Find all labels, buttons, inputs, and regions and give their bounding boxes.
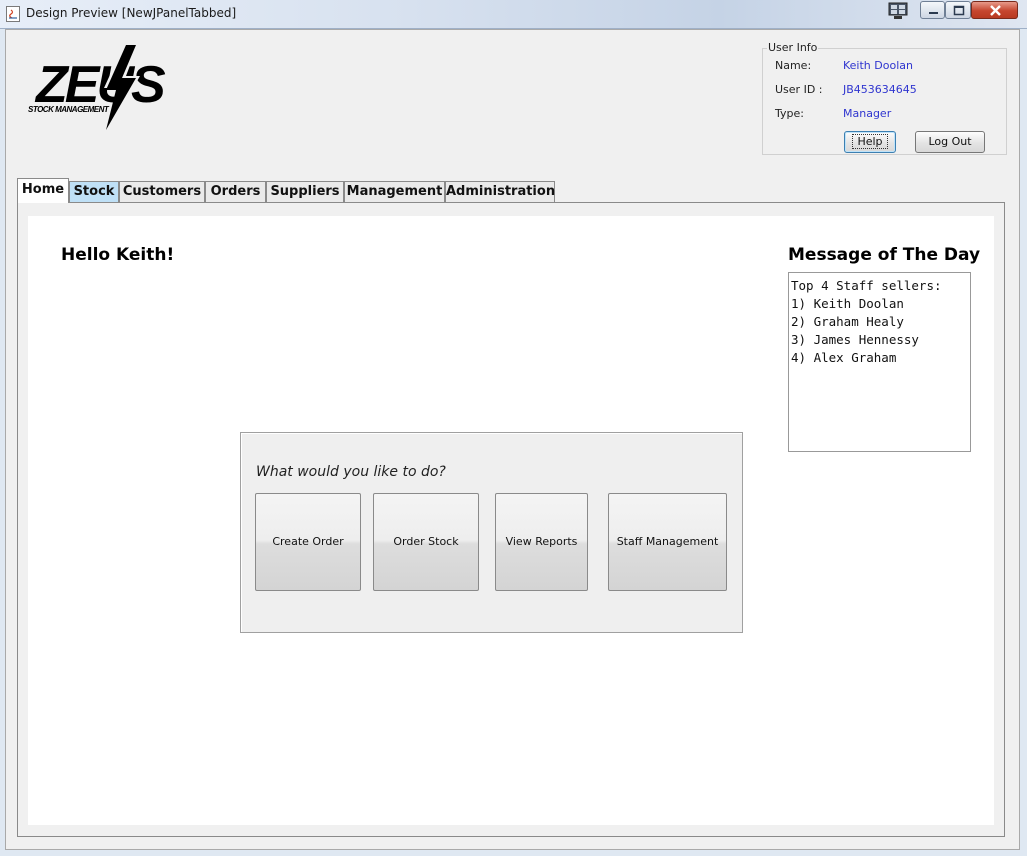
help-button[interactable]: Help [844, 131, 896, 153]
motd-line: 3) James Hennessy [791, 332, 919, 347]
maximize-button[interactable] [945, 1, 971, 19]
motd-line: Top 4 Staff sellers: [791, 278, 942, 293]
window-title-bar[interactable]: Design Preview [NewJPanelTabbed] [0, 0, 1027, 29]
motd-title: Message of The Day [788, 245, 981, 265]
logout-button[interactable]: Log Out [915, 131, 985, 153]
staff-management-button[interactable]: Staff Management [608, 493, 727, 591]
motd-line: 2) Graham Healy [791, 314, 904, 329]
type-label: Type: [775, 107, 804, 120]
action-prompt: What would you like to do? [256, 464, 446, 480]
view-reports-button[interactable]: View Reports [495, 493, 588, 591]
maximize-icon [953, 5, 965, 16]
motd-line: 4) Alex Graham [791, 350, 897, 365]
svg-text:STOCK MANAGEMENT: STOCK MANAGEMENT [28, 105, 110, 114]
greeting-heading: Hello Keith! [61, 245, 175, 265]
user-info-legend: User Info [767, 41, 819, 54]
tab-customers[interactable]: Customers [119, 181, 205, 202]
minimize-button[interactable] [920, 1, 945, 19]
tab-orders[interactable]: Orders [205, 181, 266, 202]
close-icon [990, 5, 1001, 16]
order-stock-button[interactable]: Order Stock [373, 493, 479, 591]
monitor-icon[interactable] [887, 2, 909, 20]
userid-value: JB453634645 [843, 83, 917, 96]
tab-suppliers[interactable]: Suppliers [266, 181, 344, 202]
tab-panel-home: Hello Keith! Message of The Day Top 4 St… [17, 202, 1005, 837]
tab-stock[interactable]: Stock [69, 181, 119, 202]
name-value: Keith Doolan [843, 59, 913, 72]
motd-text-area[interactable]: Top 4 Staff sellers: 1) Keith Doolan 2) Gr… [788, 272, 971, 452]
type-value: Manager [843, 107, 892, 120]
help-button-label: Help [852, 134, 888, 149]
motd-line: 1) Keith Doolan [791, 296, 904, 311]
tab-management[interactable]: Management [344, 181, 445, 202]
home-content: Hello Keith! Message of The Day Top 4 St… [28, 216, 994, 825]
user-info-panel: User Info Name: Keith Doolan User ID : J… [762, 41, 1007, 155]
userid-label: User ID : [775, 83, 823, 96]
java-app-icon [6, 6, 20, 22]
zeus-logo: ZEUS STOCK MANAGEMENT [28, 44, 169, 132]
name-label: Name: [775, 59, 812, 72]
quick-actions-panel: What would you like to do? Create Order … [240, 432, 743, 633]
tab-home[interactable]: Home [17, 178, 69, 203]
create-order-button[interactable]: Create Order [255, 493, 361, 591]
window-title: Design Preview [NewJPanelTabbed] [26, 6, 237, 20]
minimize-icon [929, 12, 938, 14]
main-window-content: ZEUS STOCK MANAGEMENT User Info Name: Ke… [5, 29, 1020, 850]
close-button[interactable] [971, 1, 1018, 19]
tab-administration[interactable]: Administration [445, 181, 555, 202]
